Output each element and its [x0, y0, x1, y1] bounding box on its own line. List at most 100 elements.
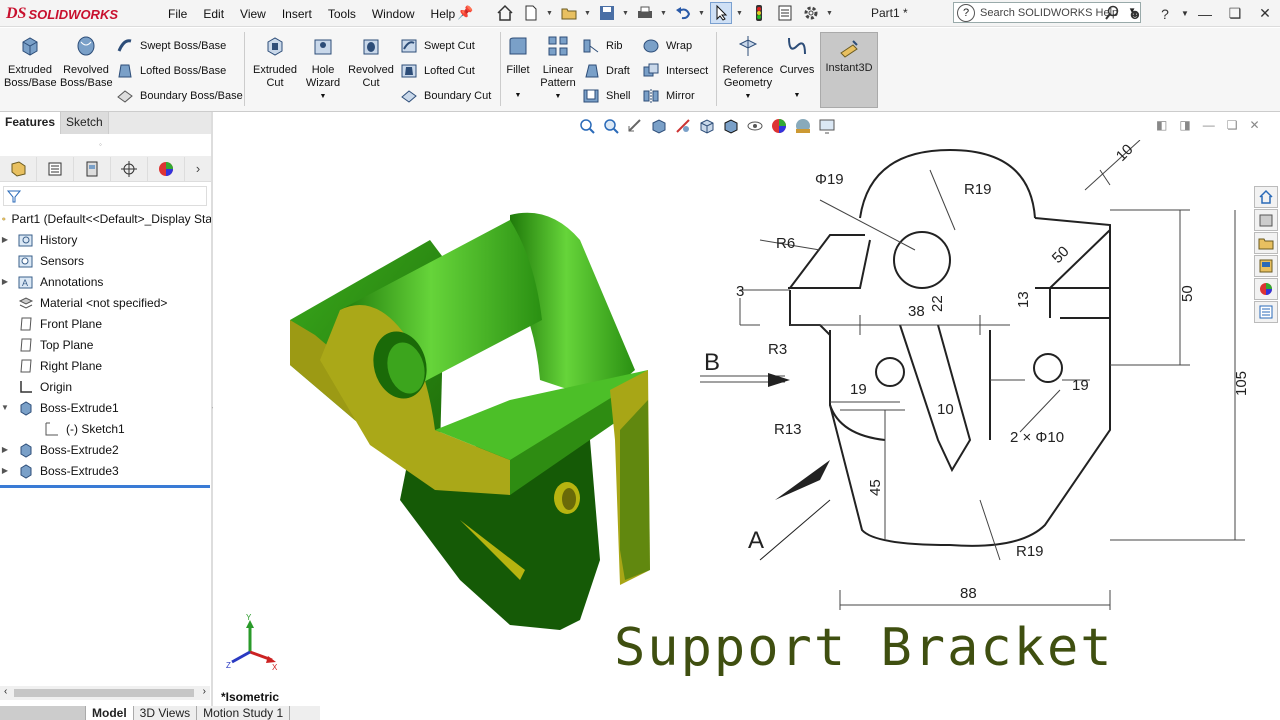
- revolved-cut-button[interactable]: Revolved Cut: [346, 34, 396, 90]
- menu-insert[interactable]: Insert: [274, 7, 320, 21]
- minimize-icon[interactable]: —: [1190, 6, 1220, 22]
- menu-edit[interactable]: Edit: [195, 7, 232, 21]
- reference-geometry-button[interactable]: Reference Geometry ▼: [722, 34, 774, 103]
- fillet-dropdown-icon[interactable]: ▼: [504, 89, 532, 102]
- dynamic-annotation-icon[interactable]: [674, 117, 692, 135]
- menu-file[interactable]: File: [160, 7, 195, 21]
- display-style-icon[interactable]: [722, 117, 740, 135]
- boundary-boss-button[interactable]: Boundary Boss/Base: [116, 86, 243, 106]
- featuremanager-tree-icon[interactable]: [0, 156, 37, 181]
- tree-horizontal-scrollbar[interactable]: ‹ ›: [0, 686, 210, 700]
- curves-dropdown-icon[interactable]: ▼: [778, 89, 816, 102]
- tree-item-origin[interactable]: Origin: [0, 376, 212, 397]
- save-icon[interactable]: [596, 2, 618, 24]
- panel-splitter-handle[interactable]: ◦: [99, 140, 102, 149]
- rebuild-traffic-light-icon[interactable]: [748, 2, 770, 24]
- print-icon[interactable]: [634, 2, 656, 24]
- tree-item-front-plane[interactable]: Front Plane: [0, 313, 212, 334]
- viewport-restore-icon[interactable]: ❏: [1227, 118, 1238, 132]
- tab-motion-study-1[interactable]: Motion Study 1: [197, 706, 291, 720]
- scroll-right-icon[interactable]: ›: [203, 686, 206, 697]
- scroll-thumb[interactable]: [14, 689, 194, 697]
- swept-boss-button[interactable]: Swept Boss/Base: [116, 36, 226, 56]
- shell-button[interactable]: Shell: [582, 86, 630, 106]
- apply-scene-icon[interactable]: [794, 117, 812, 135]
- rollback-bar[interactable]: [0, 485, 210, 488]
- edit-appearance-icon[interactable]: [770, 117, 788, 135]
- tree-item-boss-extrude3[interactable]: ▶ Boss-Extrude3: [0, 460, 212, 481]
- solidworks-resources-icon[interactable]: [1254, 186, 1278, 208]
- expand-arrow-icon[interactable]: ▶: [0, 277, 10, 286]
- viewport-minimize-icon[interactable]: —: [1203, 118, 1215, 132]
- chevron-right-icon[interactable]: ›: [185, 161, 211, 176]
- support-bracket-3d-model[interactable]: [280, 200, 660, 640]
- menu-tools[interactable]: Tools: [320, 7, 364, 21]
- fillet-button[interactable]: Fillet ▼: [504, 34, 532, 102]
- expand-arrow-icon[interactable]: ▶: [0, 445, 10, 454]
- tree-item-material[interactable]: Material <not specified>: [0, 292, 212, 313]
- panel-right-icon[interactable]: ◨: [1179, 118, 1190, 132]
- tree-item-annotations[interactable]: ▶ A Annotations: [0, 271, 212, 292]
- tree-root-part[interactable]: Part1 (Default<<Default>_Display Sta: [0, 208, 212, 229]
- curves-button[interactable]: Curves ▼: [778, 34, 816, 102]
- appearances-icon[interactable]: [1254, 278, 1278, 300]
- section-view-icon[interactable]: [650, 117, 668, 135]
- tab-sketch[interactable]: Sketch: [61, 112, 109, 134]
- solidworks-logo[interactable]: DS SOLIDWORKS: [6, 3, 138, 25]
- undo-dropdown-icon[interactable]: ▼: [698, 10, 706, 17]
- draft-button[interactable]: Draft: [582, 61, 630, 81]
- hole-wizard-button[interactable]: Hole Wizard ▼: [300, 34, 346, 103]
- tree-item-boss-extrude1[interactable]: ▼ Boss-Extrude1: [0, 397, 212, 418]
- lofted-cut-button[interactable]: Lofted Cut: [400, 61, 475, 81]
- help-search-box[interactable]: ? Search SOLIDWORKS Help ▼: [953, 2, 1141, 23]
- rib-button[interactable]: Rib: [582, 36, 623, 56]
- dimxpert-manager-icon[interactable]: [111, 156, 148, 181]
- tree-item-sketch1[interactable]: (-) Sketch1: [0, 418, 212, 439]
- print-dropdown-icon[interactable]: ▼: [660, 10, 668, 17]
- linear-pattern-dropdown-icon[interactable]: ▼: [538, 90, 578, 103]
- file-properties-icon[interactable]: [774, 2, 796, 24]
- user-account-icon[interactable]: ☻: [1120, 6, 1150, 22]
- tab-scroll-arrows[interactable]: [0, 706, 86, 720]
- home-icon[interactable]: [494, 2, 516, 24]
- tab-model[interactable]: Model: [86, 706, 134, 720]
- tree-item-right-plane[interactable]: Right Plane: [0, 355, 212, 376]
- viewport-close-icon[interactable]: ✕: [1249, 118, 1259, 132]
- tab-features[interactable]: Features: [0, 112, 62, 134]
- mirror-button[interactable]: Mirror: [642, 86, 695, 106]
- display-manager-icon[interactable]: [148, 156, 185, 181]
- tree-filter-input[interactable]: [3, 186, 207, 206]
- expand-arrow-icon[interactable]: ▶: [0, 235, 10, 244]
- tree-item-top-plane[interactable]: Top Plane: [0, 334, 212, 355]
- options-dropdown-icon[interactable]: ▼: [826, 10, 834, 17]
- lofted-boss-button[interactable]: Lofted Boss/Base: [116, 61, 226, 81]
- open-folder-icon[interactable]: [558, 2, 580, 24]
- new-dropdown-icon[interactable]: ▼: [546, 10, 554, 17]
- design-library-icon[interactable]: [1254, 209, 1278, 231]
- save-dropdown-icon[interactable]: ▼: [622, 10, 630, 17]
- intersect-button[interactable]: Intersect: [642, 61, 708, 81]
- extruded-boss-button[interactable]: Extruded Boss/Base: [4, 34, 57, 90]
- linear-pattern-button[interactable]: Linear Pattern ▼: [538, 34, 578, 103]
- hide-show-items-icon[interactable]: [746, 117, 764, 135]
- open-dropdown-icon[interactable]: ▼: [584, 10, 592, 17]
- expand-arrow-icon[interactable]: ▶: [0, 466, 10, 475]
- wrap-button[interactable]: Wrap: [642, 36, 692, 56]
- select-cursor-icon[interactable]: [710, 2, 732, 24]
- property-manager-icon[interactable]: [37, 156, 74, 181]
- tree-item-history[interactable]: ▶ History: [0, 229, 212, 250]
- view-settings-icon[interactable]: [818, 117, 836, 135]
- menu-view[interactable]: View: [232, 7, 274, 21]
- previous-view-icon[interactable]: [626, 117, 644, 135]
- tree-item-boss-extrude2[interactable]: ▶ Boss-Extrude2: [0, 439, 212, 460]
- reference-geometry-dropdown-icon[interactable]: ▼: [722, 90, 774, 103]
- options-gear-icon[interactable]: [800, 2, 822, 24]
- panel-left-icon[interactable]: ◧: [1156, 118, 1167, 132]
- restore-icon[interactable]: ❏: [1220, 5, 1250, 22]
- tree-item-sensors[interactable]: Sensors: [0, 250, 212, 271]
- undo-icon[interactable]: [672, 2, 694, 24]
- select-dropdown-icon[interactable]: ▼: [736, 10, 744, 17]
- menu-window[interactable]: Window: [364, 7, 423, 21]
- zoom-to-area-icon[interactable]: [602, 117, 620, 135]
- instant3d-button[interactable]: Instant3D: [820, 32, 878, 108]
